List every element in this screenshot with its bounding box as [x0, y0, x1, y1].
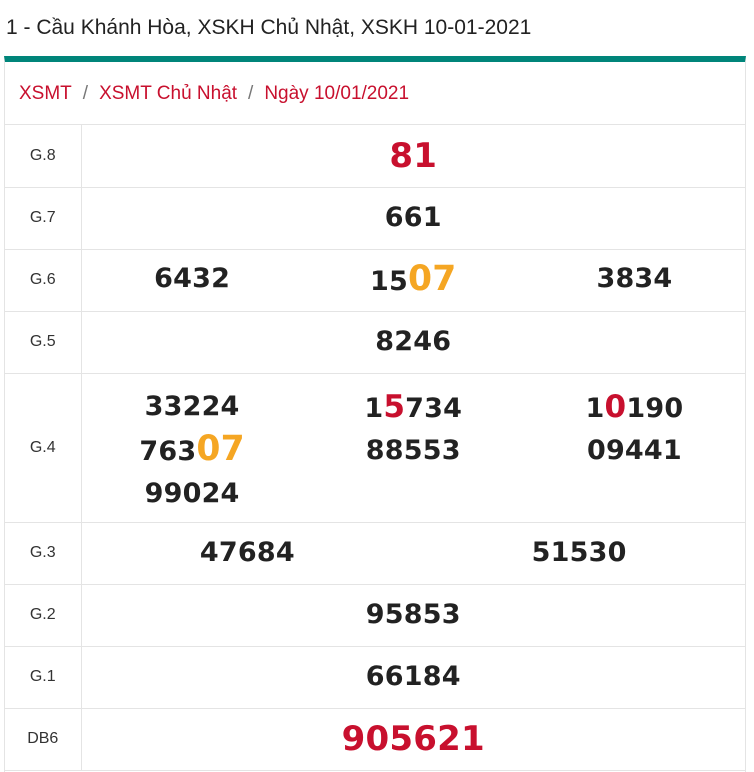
prize-number: 15734 — [364, 389, 463, 425]
prize-number: 10190 — [585, 389, 684, 425]
prize-row-g1: G.1 66184 — [5, 646, 745, 709]
page-title: 1 - Cầu Khánh Hòa, XSKH Chủ Nhật, XSKH 1… — [6, 16, 532, 39]
highlighted-digits: 07 — [196, 429, 245, 469]
prize-number: 99024 — [144, 478, 240, 509]
prize-row-g5: G.5 8246 — [5, 311, 745, 374]
highlighted-digits: 0 — [604, 389, 627, 425]
prize-number: 661 — [384, 202, 442, 233]
prize-number: 81 — [389, 135, 438, 176]
prize-row-g8: G.8 81 — [5, 125, 745, 188]
prize-row-g2: G.2 95853 — [5, 584, 745, 647]
prize-label: G.4 — [5, 373, 82, 523]
prize-row-g7: G.7 661 — [5, 187, 745, 250]
prize-label: G.7 — [5, 187, 82, 250]
prize-number: 6432 — [154, 262, 231, 294]
prize-number: 3834 — [596, 262, 673, 294]
prize-number: 8246 — [375, 326, 452, 357]
prize-label: DB6 — [5, 708, 82, 771]
breadcrumb-link-date[interactable]: Ngày 10/01/2021 — [264, 83, 409, 104]
prize-number-special: 905621 — [341, 719, 485, 759]
prize-number: 09441 — [586, 435, 682, 466]
prize-label: G.8 — [5, 125, 82, 188]
results-card: XSMT / XSMT Chủ Nhật / Ngày 10/01/2021 G.8 8… — [4, 56, 746, 772]
breadcrumb-link-xsmt-sunday[interactable]: XSMT Chủ Nhật — [99, 83, 237, 104]
prize-label: G.2 — [5, 584, 82, 647]
prize-row-db: DB6 905621 — [5, 708, 745, 771]
breadcrumb-link-xsmt[interactable]: XSMT — [19, 83, 72, 104]
prize-number: 95853 — [365, 599, 461, 630]
prize-number: 66184 — [365, 661, 461, 692]
breadcrumb-separator: / — [82, 83, 89, 104]
prize-label: G.1 — [5, 646, 82, 709]
prize-label: G.3 — [5, 522, 82, 585]
prize-label: G.5 — [5, 311, 82, 374]
highlighted-digits: 5 — [383, 389, 406, 425]
results-table: G.8 81 G.7 661 G.6 6432 1507 3834 G.5 82… — [5, 125, 745, 771]
breadcrumb-separator: / — [248, 83, 254, 104]
highlighted-digits: 07 — [408, 258, 457, 299]
prize-row-g3: G.3 47684 51530 — [5, 522, 745, 585]
prize-label: G.6 — [5, 249, 82, 312]
prize-number: 47684 — [199, 537, 295, 568]
prize-number: 88553 — [365, 435, 461, 466]
prize-number: 33224 — [144, 391, 240, 422]
prize-row-g6: G.6 6432 1507 3834 — [5, 249, 745, 312]
prize-row-g4: G.4 33224 76307 99024 15734 88553 10190 … — [5, 373, 745, 523]
prize-number: 1507 — [370, 258, 457, 299]
breadcrumb: XSMT / XSMT Chủ Nhật / Ngày 10/01/2021 — [5, 62, 745, 125]
prize-number: 76307 — [139, 429, 245, 469]
prize-number: 51530 — [531, 537, 627, 568]
